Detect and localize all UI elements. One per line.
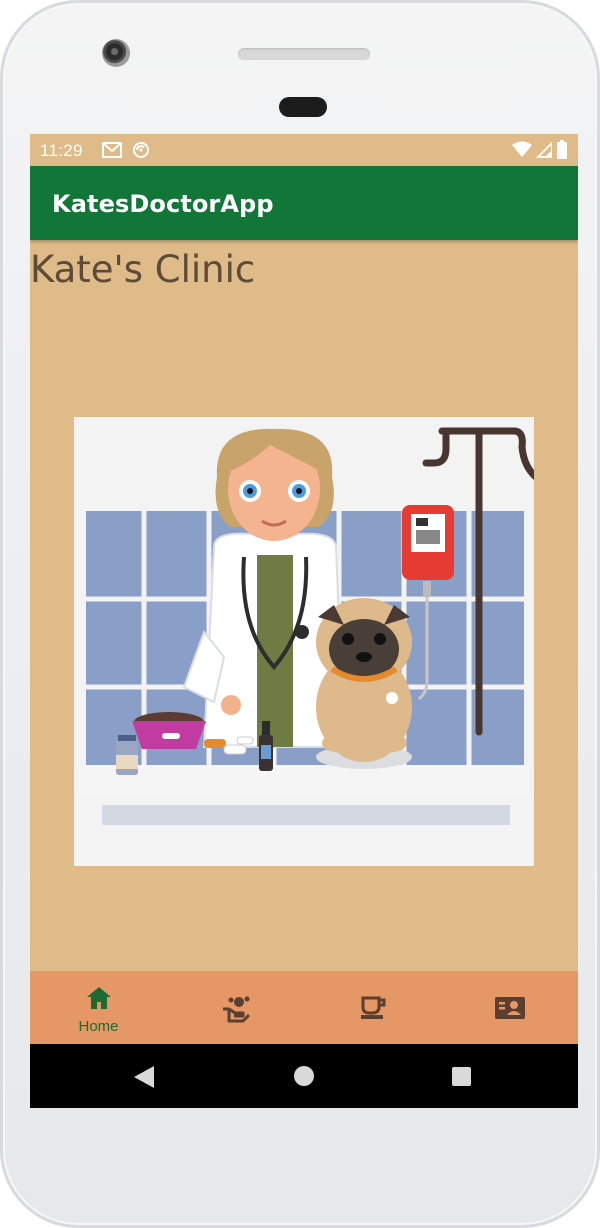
vet-clinic-illustration [74, 417, 540, 866]
home-circle-icon[interactable] [294, 1066, 314, 1086]
hand-care-icon [222, 996, 250, 1023]
coffee-cup-icon [360, 996, 385, 1019]
app-bar: KatesDoctorApp [30, 166, 578, 240]
battery-icon [557, 140, 567, 159]
back-icon[interactable] [134, 1066, 154, 1088]
nav-item-cafe[interactable] [304, 971, 441, 1044]
proximity-sensor [279, 97, 327, 117]
sync-icon [133, 142, 149, 158]
app-title: KatesDoctorApp [52, 190, 274, 218]
exam-table [79, 765, 529, 797]
bottom-navigation: Home [30, 971, 578, 1044]
cell-signal-icon [536, 141, 552, 158]
nav-label-home: Home [78, 1018, 119, 1035]
page-title: Kate's Clinic [30, 248, 256, 291]
nav-item-home[interactable]: Home [30, 971, 167, 1044]
earpiece-speaker [238, 48, 370, 60]
dog-food-bowl [132, 712, 206, 749]
nav-item-contact[interactable] [441, 971, 578, 1044]
status-bar: 11:29 [30, 134, 578, 166]
wifi-icon [512, 141, 532, 157]
system-navigation-bar [30, 1044, 578, 1108]
nav-item-care[interactable] [167, 971, 304, 1044]
recents-icon[interactable] [452, 1067, 471, 1086]
pug-dog [316, 598, 412, 769]
front-camera [102, 39, 130, 67]
status-time: 11:29 [40, 141, 83, 160]
device-screen: 11:29 KatesDoctorApp Kate's Clinic Home [30, 134, 578, 1108]
medicine-bottle [116, 735, 138, 775]
table-edge [102, 805, 510, 825]
home-icon [86, 987, 111, 1009]
gmail-icon [102, 142, 122, 158]
contact-card-icon [494, 997, 525, 1019]
